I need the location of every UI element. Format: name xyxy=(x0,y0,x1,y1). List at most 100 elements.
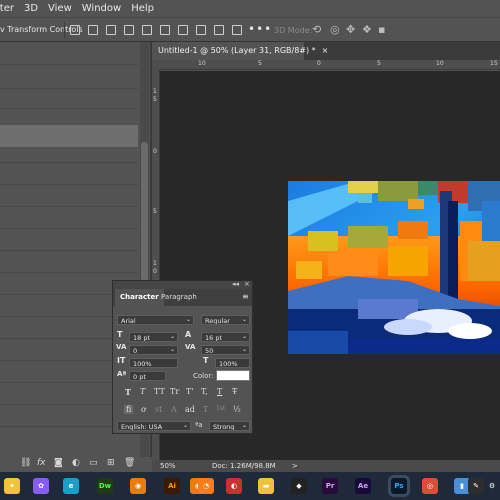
tab-paragraph[interactable]: Paragraph xyxy=(161,293,197,301)
layer-row-divider xyxy=(0,184,138,185)
menu-view[interactable]: View xyxy=(43,3,77,14)
panel-menu-icon[interactable]: ≡ xyxy=(242,292,249,301)
tab-character[interactable]: Character xyxy=(115,289,164,306)
baseline-shift-field[interactable]: 0 pt xyxy=(129,371,166,381)
contextual-alternates-button[interactable]: ơ xyxy=(141,405,146,414)
zoom-level[interactable]: 50% xyxy=(160,462,176,470)
titling-alternates-button[interactable]: T xyxy=(203,405,208,414)
text-color-swatch[interactable] xyxy=(216,370,250,381)
menu-window[interactable]: Window xyxy=(77,3,126,14)
leading-field[interactable]: 16 pt ⌄ xyxy=(201,332,250,342)
strikethrough-button[interactable]: T̶ xyxy=(232,387,237,396)
taskbar-settings-icon[interactable]: ⚙ xyxy=(484,478,500,494)
discretionary-ligatures-button[interactable]: st xyxy=(155,405,162,414)
distribute-icon[interactable] xyxy=(178,25,188,35)
vertical-scale-value: 100% xyxy=(133,360,152,368)
fx-icon[interactable]: fx xyxy=(37,458,46,468)
distribute-vertical-icon[interactable] xyxy=(214,25,224,35)
swash-button[interactable]: A xyxy=(171,405,177,414)
align-top-icon[interactable] xyxy=(124,25,134,35)
trash-icon[interactable]: 🗑 xyxy=(124,458,135,468)
antialias-value: Strong xyxy=(213,423,235,431)
taskbar-chrome-icon[interactable]: ◎ xyxy=(422,478,438,494)
kerning-value: 0 xyxy=(133,347,138,355)
taskbar-copilot-icon[interactable]: ✿ xyxy=(33,478,49,494)
chevron-down-icon: ⌄ xyxy=(169,333,175,340)
menu-help[interactable]: Help xyxy=(126,3,159,14)
tracking-field[interactable]: 50 ⌄ xyxy=(201,345,250,355)
horizontal-scale-field[interactable]: 100% xyxy=(215,358,250,368)
ordinals-button[interactable]: 1st xyxy=(216,405,225,412)
taskbar-premiere-icon[interactable]: Pr xyxy=(322,478,338,494)
standard-ligatures-button[interactable]: fi xyxy=(124,405,134,414)
document-info: Doc: 1.26M/98.8M xyxy=(212,462,276,470)
taskbar-edge-icon[interactable]: e xyxy=(63,478,79,494)
superscript-button[interactable]: T' xyxy=(186,387,194,396)
taskbar-unity-icon[interactable]: ◆ xyxy=(291,478,307,494)
faux-bold-button[interactable]: T xyxy=(125,387,131,397)
ruler-label: 5 xyxy=(153,96,157,103)
menu-filter[interactable]: lter xyxy=(0,3,19,14)
taskbar-app-dark-icon[interactable]: ✎ xyxy=(468,478,484,494)
close-tab-icon[interactable]: × xyxy=(322,46,329,55)
adjustment-icon[interactable]: ◐ xyxy=(72,458,80,468)
taskbar-start-icon[interactable]: ✦ xyxy=(4,478,20,494)
align-bottom-icon[interactable] xyxy=(160,25,170,35)
menu-3d[interactable]: 3D xyxy=(19,3,43,14)
all-caps-button[interactable]: TT xyxy=(154,387,165,396)
taskbar-after-effects-icon[interactable]: Ae xyxy=(355,478,371,494)
roll-3d-icon[interactable]: ◎ xyxy=(330,23,340,36)
align-center-icon[interactable] xyxy=(88,25,98,35)
taskbar-firefox-icon[interactable]: ◔ xyxy=(198,478,214,494)
antialias-select[interactable]: Strong ⌄ xyxy=(209,421,250,431)
document-tab[interactable]: Untitled-1 @ 50% (Layer 31, RGB/8#) * × xyxy=(152,42,328,60)
3d-mode-label: 3D Mode: xyxy=(274,26,313,35)
horizontal-ruler[interactable]: 10 5 0 5 10 15 xyxy=(160,60,500,70)
slide-3d-icon[interactable]: ❖ xyxy=(362,23,372,36)
link-icon[interactable]: ⛓ xyxy=(20,458,31,468)
status-menu-arrow[interactable]: > xyxy=(292,462,298,470)
faux-italic-button[interactable]: T xyxy=(140,387,145,396)
stylistic-alternates-button[interactable]: ad xyxy=(185,405,195,414)
options-separator xyxy=(64,22,65,38)
taskbar-photoshop-icon[interactable]: Ps xyxy=(391,478,407,494)
new-layer-icon[interactable]: ⊞ xyxy=(107,458,115,468)
taskbar-illustrator-icon[interactable]: Ai xyxy=(164,478,180,494)
more-options-button[interactable]: ••• xyxy=(248,22,272,36)
baseline-shift-icon: Aª xyxy=(117,370,127,378)
chevron-down-icon: ⌄ xyxy=(185,316,191,323)
tracking-icon: VA xyxy=(185,343,196,351)
distribute-spacing-icon[interactable] xyxy=(232,25,242,35)
vertical-scale-field[interactable]: 100% xyxy=(129,358,178,368)
mask-icon[interactable]: ◙ xyxy=(54,458,63,468)
kerning-field[interactable]: 0 ⌄ xyxy=(129,345,178,355)
taskbar-app-red-icon[interactable]: ◐ xyxy=(226,478,242,494)
font-family-select[interactable]: Arial ⌄ xyxy=(117,315,194,325)
layer-row-divider xyxy=(0,250,138,251)
align-middle-icon[interactable] xyxy=(142,25,152,35)
orbit-3d-icon[interactable]: ⟲ xyxy=(312,23,321,36)
taskbar-dreamweaver-icon[interactable]: Dw xyxy=(97,478,113,494)
align-left-icon[interactable] xyxy=(70,25,80,35)
chevron-down-icon: ⌄ xyxy=(241,422,247,429)
drag-3d-icon[interactable]: ✥ xyxy=(346,23,355,36)
close-panel-icon[interactable]: × xyxy=(244,280,250,288)
group-icon[interactable]: ▭ xyxy=(89,458,98,468)
scale-3d-icon[interactable]: ▪ xyxy=(378,23,385,36)
distribute-horizontal-icon[interactable] xyxy=(196,25,206,35)
font-style-select[interactable]: Regular ⌄ xyxy=(201,315,250,325)
subscript-button[interactable]: T, xyxy=(201,387,208,396)
taskbar-files-icon[interactable]: ▬ xyxy=(258,478,274,494)
ruler-label: 1 xyxy=(153,88,157,95)
layer-row-divider xyxy=(0,88,138,89)
taskbar-blender-icon[interactable]: ◉ xyxy=(130,478,146,494)
selected-layer-row[interactable] xyxy=(0,125,138,147)
language-select[interactable]: English: USA ⌄ xyxy=(117,421,191,431)
align-right-icon[interactable] xyxy=(106,25,116,35)
underline-button[interactable]: T xyxy=(217,387,222,396)
small-caps-button[interactable]: Tr xyxy=(170,387,179,396)
fractions-button[interactable]: ½ xyxy=(233,405,241,414)
glitch-artwork-image[interactable] xyxy=(288,181,500,354)
collapse-panel-icon[interactable]: ◂◂ xyxy=(232,280,239,288)
font-size-field[interactable]: 18 pt ⌄ xyxy=(129,332,178,342)
